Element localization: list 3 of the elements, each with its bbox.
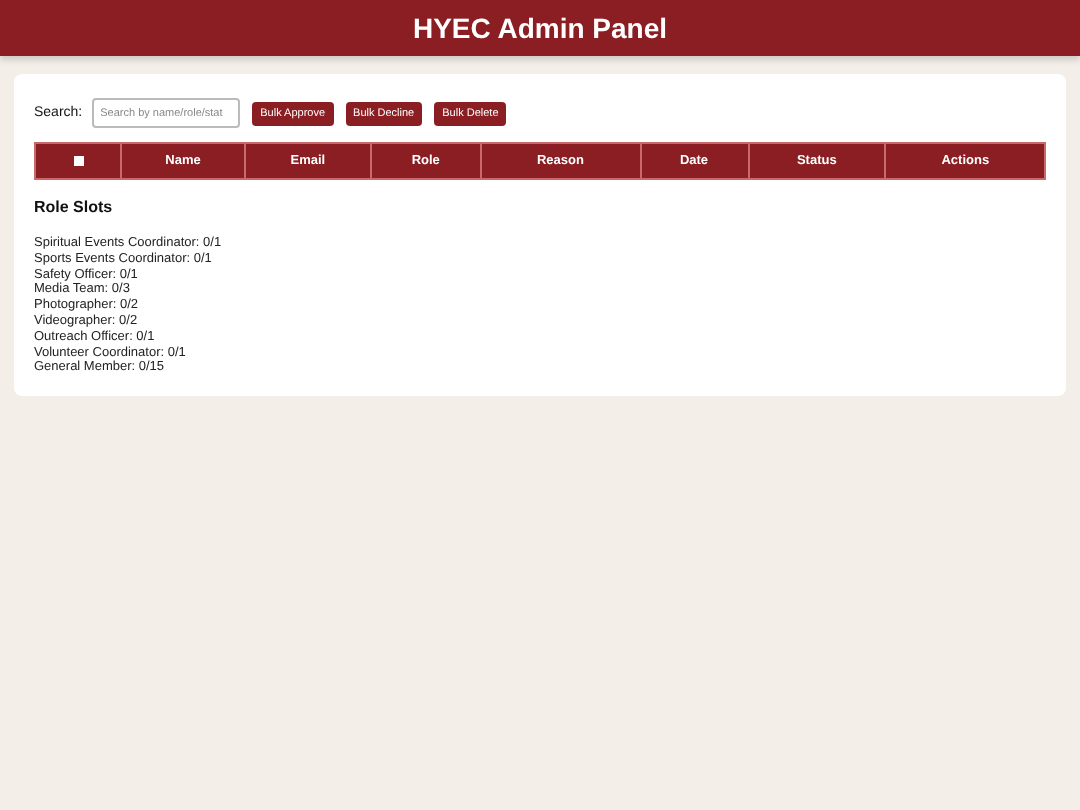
select-all-checkbox[interactable] xyxy=(73,155,84,166)
section-title: Role Slots xyxy=(34,198,115,216)
page-title: HYEC Admin Panel xyxy=(412,12,668,44)
